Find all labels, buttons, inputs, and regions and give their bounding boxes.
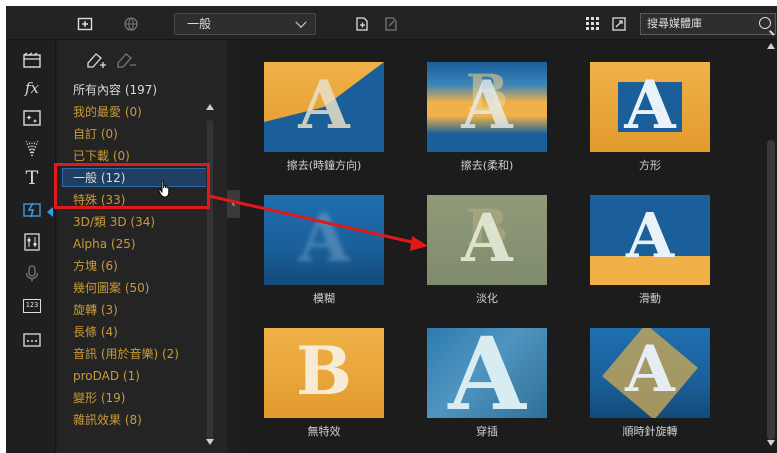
transition-tile[interactable]: A 擦去(時鐘方向) [264,62,384,173]
category-item[interactable]: 方塊 (6) [73,258,118,274]
transition-caption: 擦去(柔和) [460,159,514,172]
transition-thumbnail: B A [427,195,547,285]
top-toolbar: 一般 搜尋媒體庫 [6,6,777,40]
category-item[interactable]: 特殊 (33) [73,192,125,208]
grid-scroll-up-icon[interactable] [767,43,775,49]
category-item[interactable]: 旋轉 (3) [73,302,118,318]
category-item[interactable]: 所有內容 (197) [73,82,157,98]
transition-caption: 滑動 [639,292,661,305]
transition-caption: 順時針旋轉 [622,425,678,438]
transition-tile[interactable]: B 無特效 [264,328,384,439]
category-select[interactable]: 一般 [174,13,316,35]
search-input[interactable]: 搜尋媒體庫 [640,13,776,35]
transition-icon[interactable] [22,200,42,220]
category-item[interactable]: Alpha (25) [73,236,136,252]
fx-icon[interactable]: fx [22,78,42,98]
transition-caption: 模糊 [313,292,335,305]
category-select-value: 一般 [187,17,212,31]
letter-glyph: A [298,199,350,277]
transition-thumbnail: A [590,195,710,285]
transition-grid: A 擦去(時鐘方向) B A 擦去(柔和) A 方形 A 模糊 B A 淡化 A [242,40,767,453]
transition-thumbnail: B A [427,62,547,152]
letter-glyph: A [298,66,350,144]
collapse-panel-button[interactable]: ‹ [227,190,240,218]
grid-scroll-down-icon[interactable] [767,440,775,446]
chevron-left-icon: ‹ [231,198,236,210]
transition-thumbnail: A [264,62,384,152]
search-icon[interactable] [759,17,771,29]
media-room-icon[interactable] [22,50,42,70]
transition-thumbnail: A [590,62,710,152]
transition-caption: 擦去(時鐘方向) [286,159,362,172]
add-to-library-icon[interactable] [353,15,371,33]
import-media-icon[interactable] [76,15,94,33]
transition-caption: 無特效 [307,425,341,438]
title-icon[interactable]: T [22,167,42,189]
category-item[interactable]: 3D/類 3D (34) [73,214,155,230]
category-item[interactable]: 自訂 (0) [73,126,118,142]
letter-glyph: A [461,66,513,144]
letter-glyph: A [448,328,526,418]
category-item[interactable]: 音訊 (用於音樂) (2) [73,346,179,362]
grid-scrollbar-thumb[interactable] [767,140,775,440]
category-panel: 所有內容 (197) 我的最愛 (0) 自訂 (0) 已下載 (0) 一般 (1… [57,40,227,453]
category-item[interactable]: 已下載 (0) [73,148,130,164]
export-icon[interactable] [382,15,400,33]
chapter-icon[interactable]: 123 [22,296,42,316]
remove-tag-icon[interactable] [115,51,137,75]
category-scrollbar-thumb[interactable] [207,120,213,440]
transition-thumbnail: A [427,328,547,418]
transition-thumbnail: B [264,328,384,418]
category-item[interactable]: 變形 (19) [73,390,125,406]
category-item[interactable]: proDAD (1) [73,368,140,384]
pip-objects-icon[interactable] [22,108,42,128]
transition-tile[interactable]: A 滑動 [590,195,710,306]
transition-caption: 穿插 [476,425,498,438]
category-item[interactable]: 幾何圖案 (50) [73,280,149,296]
transition-tile[interactable]: A 穿插 [427,328,547,439]
voice-over-icon[interactable] [22,264,42,284]
category-item[interactable]: 長條 (4) [73,324,118,340]
particle-icon[interactable] [22,138,42,158]
grid-view-icon[interactable] [584,15,602,33]
transition-tile[interactable]: A 模糊 [264,195,384,306]
expand-icon[interactable] [610,15,628,33]
transition-tile[interactable]: A 順時針旋轉 [590,328,710,439]
transition-tile[interactable]: A 方形 [590,62,710,173]
selected-room-indicator [47,207,53,217]
category-item[interactable]: 雜訊效果 (8) [73,412,142,428]
add-tag-icon[interactable] [85,51,107,75]
subtitle-icon[interactable] [22,330,42,350]
chapter-label: 123 [23,299,41,313]
title-label: T [25,167,39,189]
scroll-down-icon[interactable] [206,439,214,445]
transition-tile[interactable]: B A 擦去(柔和) [427,62,547,173]
search-placeholder: 搜尋媒體庫 [647,17,702,30]
transition-caption: 淡化 [476,292,498,305]
audio-mixing-icon[interactable] [22,232,42,252]
transition-thumbnail: A [264,195,384,285]
globe-icon[interactable] [122,15,140,33]
letter-glyph: A [625,332,675,407]
category-item[interactable]: 我的最愛 (0) [73,104,142,120]
letter-glyph: A [624,66,676,144]
transition-caption: 方形 [639,159,661,172]
letter-glyph: A [625,199,675,272]
fx-label: fx [24,79,39,97]
letter-glyph: B [296,332,352,410]
letter-glyph: A [461,199,513,277]
room-rail: fx T 123 [6,40,56,453]
category-item-selected[interactable]: 一般 (12) [73,170,125,186]
transition-tile[interactable]: B A 淡化 [427,195,547,306]
chevron-down-icon [295,16,307,28]
hand-cursor-icon [158,180,172,202]
transition-thumbnail: A [590,328,710,418]
scroll-up-icon[interactable] [206,104,214,110]
